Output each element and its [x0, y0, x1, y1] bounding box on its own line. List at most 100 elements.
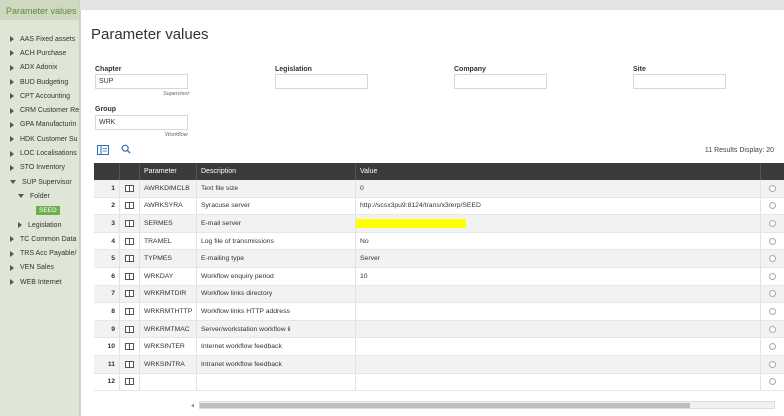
header-description[interactable]: Description — [197, 163, 356, 180]
expand-arrow-right-icon[interactable] — [10, 50, 14, 57]
value-cell[interactable] — [356, 303, 761, 320]
parameter-cell[interactable]: WRKSINTRA — [140, 355, 197, 373]
sidebar-item-hdk-customer-su[interactable]: HDK Customer Su — [0, 132, 79, 146]
parameter-cell[interactable]: WRKRMTDIR — [140, 285, 197, 303]
scrollbar-thumb[interactable] — [200, 403, 690, 408]
group-field[interactable]: WRK — [95, 115, 188, 130]
row-select-cell[interactable] — [761, 233, 784, 250]
row-select-cell[interactable] — [761, 303, 784, 320]
search-icon[interactable] — [120, 144, 132, 154]
selected-folder-badge[interactable]: SEED — [36, 206, 60, 216]
table-row[interactable]: 2 AWRKSYRA Syracuse server http://scsx3pu9:… — [94, 197, 784, 216]
sidebar-item-cpt-accounting[interactable]: CPT Accounting — [0, 89, 79, 103]
parameter-cell[interactable]: WRKRMTMAC — [140, 320, 197, 338]
value-cell[interactable]: Server — [356, 250, 761, 267]
parameter-cell[interactable]: AWRKDIMCLB — [140, 180, 197, 197]
sidebar-item-adx-adonix[interactable]: ADX Adonix — [0, 61, 79, 75]
detail-icon[interactable] — [125, 325, 134, 333]
site-field[interactable] — [633, 74, 726, 89]
expand-arrow-right-icon[interactable] — [10, 79, 14, 86]
detail-icon[interactable] — [125, 290, 134, 298]
sidebar-item-sto-inventory[interactable]: STO Inventory — [0, 161, 79, 175]
row-radio[interactable] — [769, 255, 776, 263]
expand-arrow-right-icon[interactable] — [18, 222, 22, 228]
detail-icon[interactable] — [125, 360, 134, 368]
parameter-cell[interactable]: WRKDAY — [140, 267, 197, 285]
expand-arrow-right-icon[interactable] — [10, 250, 14, 257]
parameter-cell[interactable]: WRKSINTER — [140, 338, 197, 355]
value-cell[interactable] — [356, 285, 761, 303]
expand-arrow-right-icon[interactable] — [10, 64, 14, 71]
sidebar-item-seed[interactable]: SEED — [0, 204, 79, 218]
detail-icon[interactable] — [125, 202, 134, 210]
table-row[interactable]: 5 TYPMES E-mailing type Server — [94, 250, 784, 268]
sidebar-item-legislation[interactable]: Legislation — [0, 218, 79, 232]
table-row[interactable]: 1 AWRKDIMCLB Text file size 0 — [94, 180, 784, 198]
sidebar-item-crm-customer-re[interactable]: CRM Customer Re — [0, 103, 79, 117]
expand-arrow-right-icon[interactable] — [10, 164, 14, 171]
row-radio[interactable] — [769, 378, 776, 386]
table-row[interactable]: 3 SERMES E-mail server — [94, 215, 784, 233]
row-select-cell[interactable] — [761, 215, 784, 232]
row-radio[interactable] — [769, 272, 776, 280]
grid-view-icon[interactable] — [97, 145, 109, 155]
value-cell[interactable] — [356, 373, 761, 391]
row-select-cell[interactable] — [761, 268, 784, 285]
expand-arrow-right-icon[interactable] — [10, 107, 14, 114]
parameter-cell[interactable]: AWRKSYRA — [140, 197, 197, 215]
header-value[interactable]: Value — [356, 163, 761, 180]
row-select-cell[interactable] — [761, 198, 784, 215]
row-select-cell[interactable] — [761, 338, 784, 355]
value-cell[interactable] — [356, 215, 761, 232]
value-cell[interactable]: No — [356, 232, 761, 250]
parameter-cell[interactable]: TYPMES — [140, 250, 197, 267]
row-icon-cell[interactable] — [120, 373, 140, 391]
value-cell[interactable]: 10 — [356, 267, 761, 285]
parameter-cell[interactable]: WRKRMTHTTP — [140, 303, 197, 320]
expand-arrow-down-icon[interactable] — [10, 180, 16, 185]
chapter-field[interactable]: SUP — [95, 74, 188, 89]
detail-icon[interactable] — [125, 307, 134, 315]
detail-icon[interactable] — [125, 237, 134, 245]
row-radio[interactable] — [769, 290, 776, 298]
expand-arrow-right-icon[interactable] — [10, 36, 14, 43]
sidebar-item-gpa-manufacturin[interactable]: GPA Manufacturin — [0, 118, 79, 132]
value-cell[interactable] — [356, 320, 761, 338]
row-icon-cell[interactable] — [120, 303, 140, 320]
sidebar-item-bud-budgeting[interactable]: BUD Budgeting — [0, 75, 79, 89]
horizontal-scrollbar[interactable]: ◂ — [191, 401, 775, 409]
legislation-field[interactable] — [275, 74, 368, 89]
table-row[interactable]: 9 WRKRMTMAC Server/workstation workflow li — [94, 320, 784, 339]
expand-arrow-right-icon[interactable] — [10, 121, 14, 128]
detail-icon[interactable] — [125, 184, 134, 192]
row-select-cell[interactable] — [761, 374, 784, 391]
parameter-cell[interactable]: TRAMEL — [140, 232, 197, 250]
row-radio[interactable] — [769, 237, 776, 245]
sidebar-item-tc-common-data[interactable]: TC Common Data — [0, 232, 79, 246]
row-icon-cell[interactable] — [120, 267, 140, 285]
value-cell[interactable] — [356, 338, 761, 355]
detail-icon[interactable] — [125, 255, 134, 263]
value-cell[interactable] — [356, 355, 761, 373]
parameter-cell[interactable] — [140, 373, 197, 391]
table-row[interactable]: 7 WRKRMTDIR Workflow links directory — [94, 285, 784, 304]
expand-arrow-right-icon[interactable] — [10, 150, 14, 157]
sidebar-item-sup-supervisor[interactable]: SUP Supervisor — [0, 175, 79, 189]
expand-arrow-down-icon[interactable] — [18, 194, 24, 199]
row-radio[interactable] — [769, 360, 776, 368]
row-icon-cell[interactable] — [120, 197, 140, 215]
expand-arrow-right-icon[interactable] — [10, 236, 14, 243]
row-radio[interactable] — [769, 343, 776, 351]
row-icon-cell[interactable] — [120, 338, 140, 355]
row-radio[interactable] — [769, 202, 776, 210]
row-icon-cell[interactable] — [120, 232, 140, 250]
sidebar-item-web-internet[interactable]: WEB Internet — [0, 275, 79, 289]
row-icon-cell[interactable] — [120, 215, 140, 232]
row-select-cell[interactable] — [761, 356, 784, 373]
row-icon-cell[interactable] — [120, 180, 140, 197]
row-select-cell[interactable] — [761, 250, 784, 267]
table-row[interactable]: 8 WRKRMTHTTP Workflow links HTTP address — [94, 303, 784, 321]
row-radio[interactable] — [769, 184, 776, 192]
sidebar-item-trs-acc-payable[interactable]: TRS Acc Payable/ — [0, 246, 79, 260]
row-icon-cell[interactable] — [120, 250, 140, 267]
